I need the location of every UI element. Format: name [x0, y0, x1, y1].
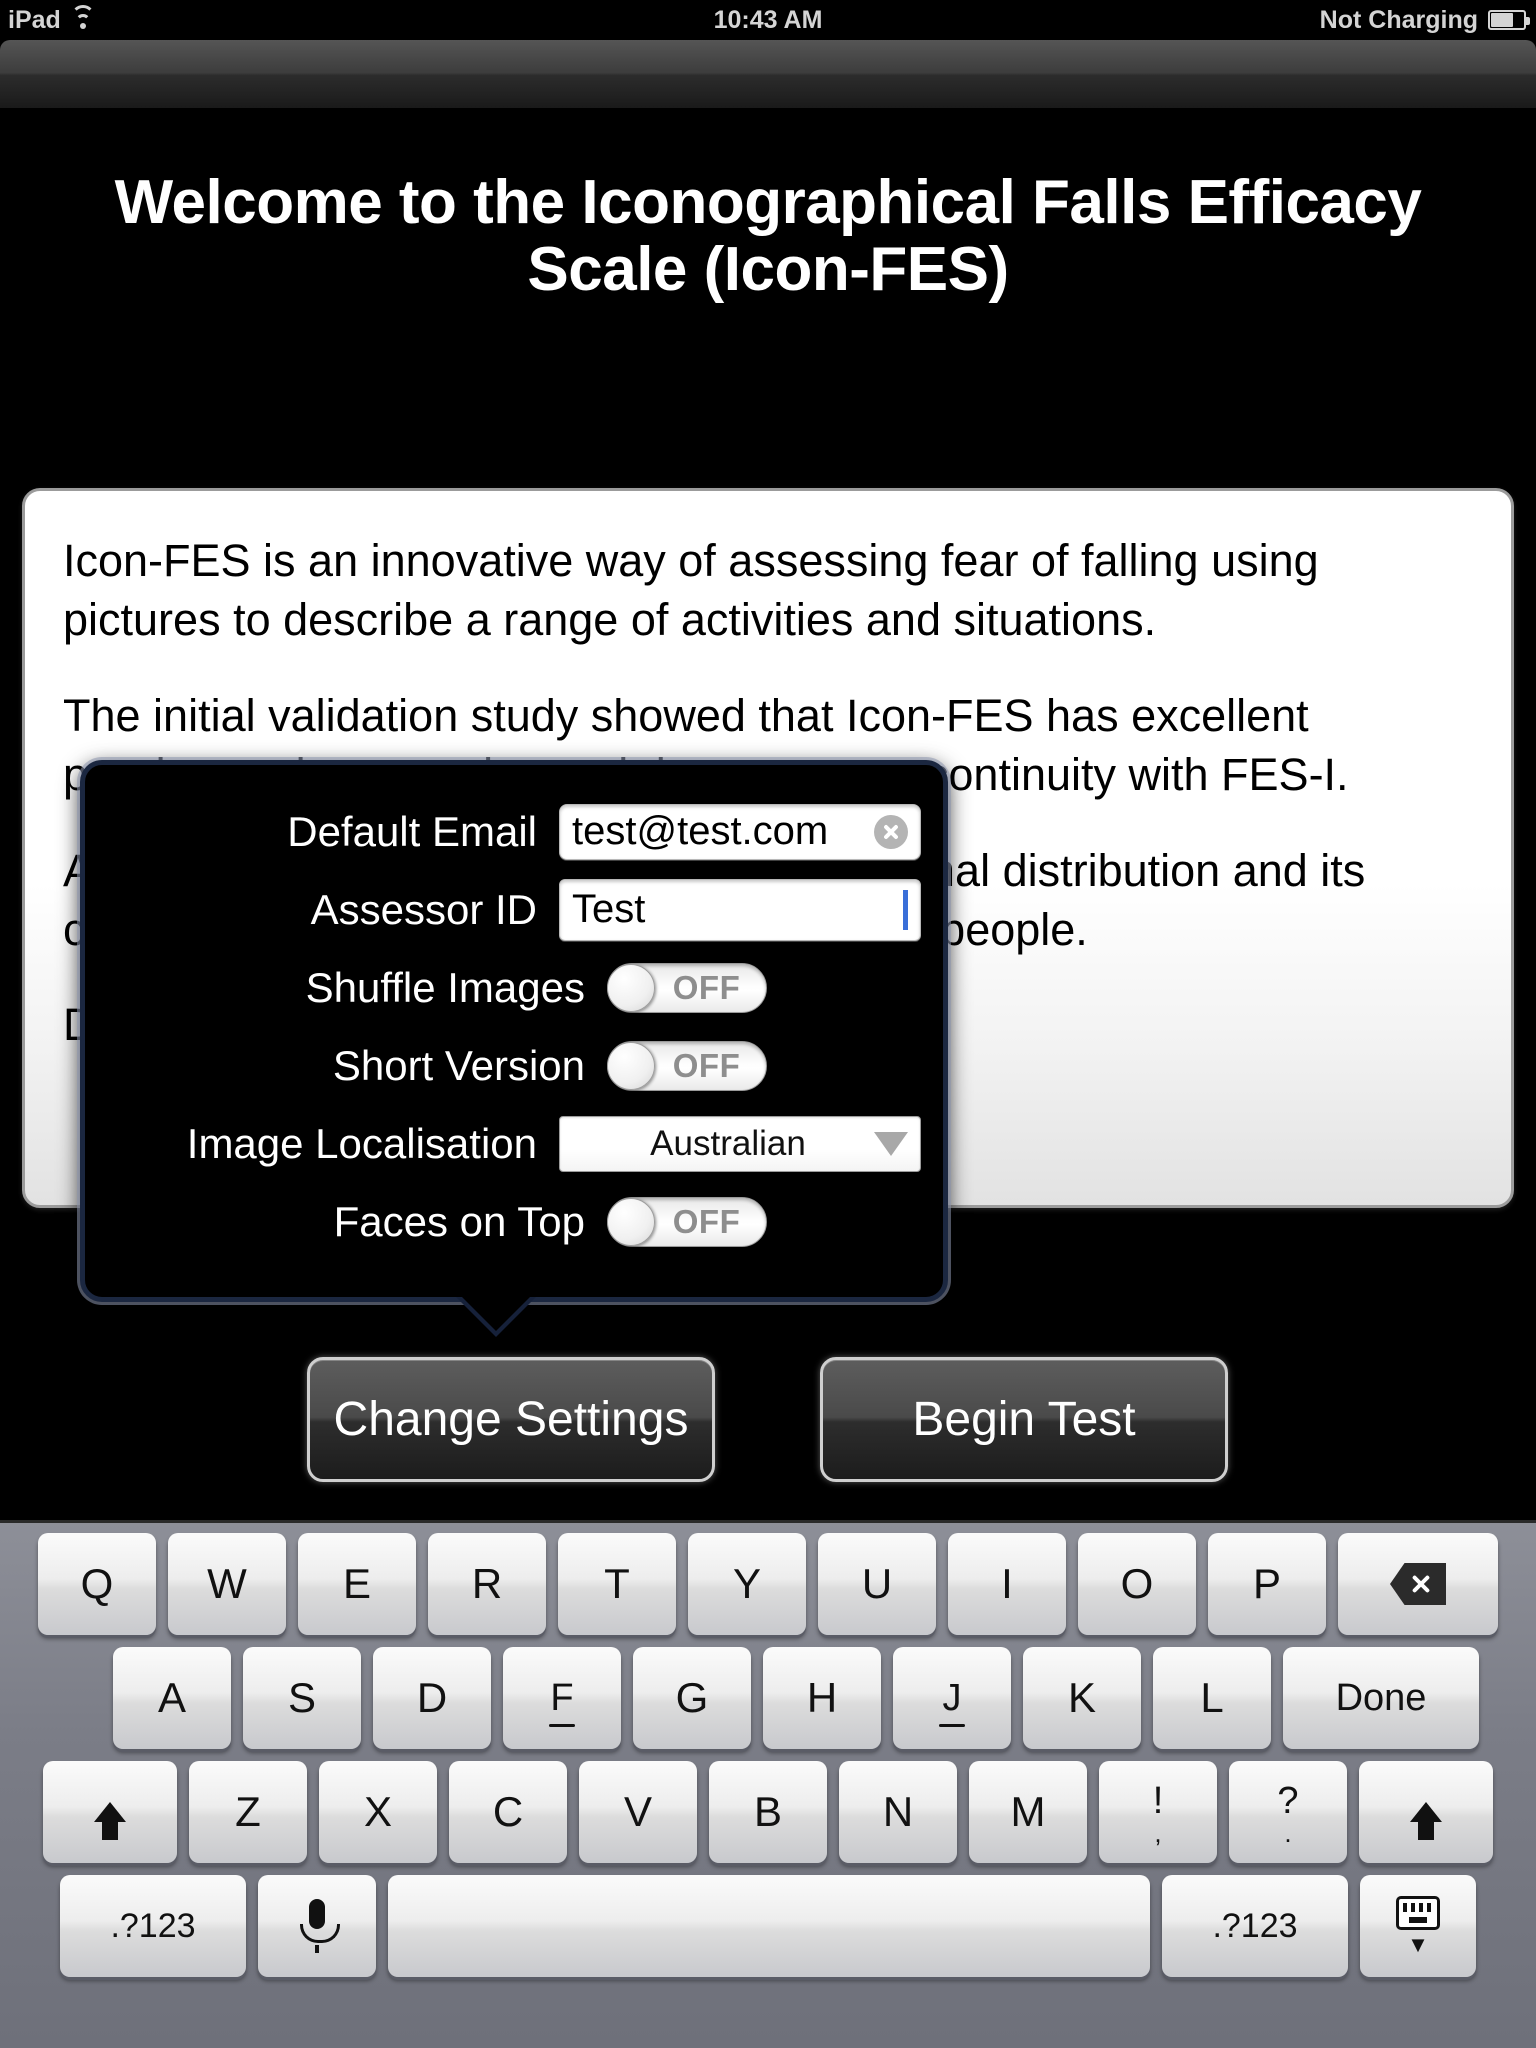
shuffle-images-toggle[interactable]: OFF [607, 962, 767, 1013]
key-o[interactable]: O [1078, 1533, 1196, 1635]
key-p[interactable]: P [1208, 1533, 1326, 1635]
key-label: J [942, 1677, 962, 1719]
key-r[interactable]: R [428, 1533, 546, 1635]
home-row-hint [939, 1724, 965, 1727]
chevron-down-icon: ▼ [1407, 1932, 1429, 1957]
key-numbers-right[interactable]: .?123 [1162, 1875, 1348, 1977]
key-y[interactable]: Y [688, 1533, 806, 1635]
key-space[interactable] [388, 1875, 1150, 1977]
key-primary: ! [1152, 1780, 1164, 1823]
key-w[interactable]: W [168, 1533, 286, 1635]
assessor-id-value: Test [572, 887, 646, 931]
default-email-value: test@test.com [572, 809, 829, 853]
key-c[interactable]: C [449, 1761, 567, 1863]
status-bar-time: 10:43 AM [713, 5, 823, 34]
keyboard-row-4: .?123 .?123 ▼ [0, 1875, 1536, 1977]
clear-circle-icon[interactable] [874, 814, 908, 849]
top-glass-bar [0, 40, 1536, 108]
key-b[interactable]: B [709, 1761, 827, 1863]
setting-row-default-email: Default Email test@test.com [107, 793, 921, 870]
onscreen-keyboard: Q W E R T Y U I O P A S D F G H J K L Do… [0, 1520, 1536, 2048]
short-version-toggle-state: OFF [672, 1046, 741, 1084]
keyboard-row-1: Q W E R T Y U I O P [0, 1533, 1536, 1635]
info-paragraph-1: Icon-FES is an innovative way of assessi… [63, 535, 1319, 646]
label-image-localisation: Image Localisation [186, 1119, 537, 1167]
begin-test-button[interactable]: Begin Test [820, 1357, 1228, 1482]
key-numbers-left[interactable]: .?123 [60, 1875, 246, 1977]
key-j[interactable]: J [893, 1647, 1011, 1749]
page-title: Welcome to the Iconographical Falls Effi… [114, 168, 1422, 304]
label-default-email: Default Email [287, 807, 537, 855]
hide-keyboard-icon [1396, 1896, 1440, 1930]
key-secondary: , [1154, 1818, 1162, 1849]
key-k[interactable]: K [1023, 1647, 1141, 1749]
faces-on-top-toggle-state: OFF [672, 1202, 741, 1240]
key-g[interactable]: G [633, 1647, 751, 1749]
battery-icon [1488, 10, 1530, 30]
home-row-hint [549, 1724, 575, 1727]
key-shift-right[interactable] [1359, 1761, 1493, 1863]
key-exclamation-comma[interactable]: ! , [1099, 1761, 1217, 1863]
chevron-down-icon [874, 1131, 908, 1156]
toggle-knob [607, 1041, 655, 1090]
key-n[interactable]: N [839, 1761, 957, 1863]
keyboard-row-2: A S D F G H J K L Done [0, 1647, 1536, 1749]
label-assessor-id: Assessor ID [310, 885, 537, 933]
label-shuffle-images: Shuffle Images [305, 963, 585, 1011]
key-e[interactable]: E [298, 1533, 416, 1635]
image-localisation-select[interactable]: Australian [559, 1115, 921, 1172]
toggle-knob [607, 1197, 655, 1246]
key-l[interactable]: L [1153, 1647, 1271, 1749]
battery-status-label: Not Charging [1319, 5, 1478, 34]
key-d[interactable]: D [373, 1647, 491, 1749]
shift-icon [1410, 1802, 1442, 1840]
assessor-id-field[interactable]: Test [559, 878, 921, 941]
key-backspace[interactable] [1338, 1533, 1498, 1635]
shift-icon [94, 1802, 126, 1840]
setting-row-faces-on-top: Faces on Top OFF [107, 1183, 921, 1260]
key-done[interactable]: Done [1283, 1647, 1479, 1749]
key-m[interactable]: M [969, 1761, 1087, 1863]
key-q[interactable]: Q [38, 1533, 156, 1635]
status-bar-right: Not Charging [1319, 5, 1530, 35]
key-question-period[interactable]: ? . [1229, 1761, 1347, 1863]
toggle-knob [607, 963, 655, 1012]
microphone-icon [300, 1899, 340, 1943]
short-version-toggle[interactable]: OFF [607, 1040, 767, 1091]
ipad-screen: iPad 10:43 AM Not Charging Welcome to th… [0, 0, 1536, 2048]
key-label: F [550, 1677, 574, 1719]
setting-row-short-version: Short Version OFF [107, 1027, 921, 1104]
faces-on-top-toggle[interactable]: OFF [607, 1196, 767, 1247]
key-t[interactable]: T [558, 1533, 676, 1635]
key-i[interactable]: I [948, 1533, 1066, 1635]
status-bar: iPad 10:43 AM Not Charging [0, 0, 1536, 40]
key-dictation[interactable] [258, 1875, 376, 1977]
text-caret [903, 889, 908, 930]
key-secondary: . [1284, 1818, 1292, 1849]
key-hide-keyboard[interactable]: ▼ [1360, 1875, 1476, 1977]
popover-arrow [456, 1297, 536, 1337]
shuffle-images-toggle-state: OFF [672, 968, 741, 1006]
settings-popover: Default Email test@test.com Assessor ID … [80, 760, 948, 1302]
key-x[interactable]: X [319, 1761, 437, 1863]
label-faces-on-top: Faces on Top [333, 1197, 585, 1245]
default-email-field[interactable]: test@test.com [559, 803, 921, 860]
setting-row-shuffle-images: Shuffle Images OFF [107, 949, 921, 1026]
label-short-version: Short Version [332, 1041, 585, 1089]
key-h[interactable]: H [763, 1647, 881, 1749]
key-f[interactable]: F [503, 1647, 621, 1749]
key-s[interactable]: S [243, 1647, 361, 1749]
key-u[interactable]: U [818, 1533, 936, 1635]
change-settings-button[interactable]: Change Settings [307, 1357, 715, 1482]
key-shift-left[interactable] [43, 1761, 177, 1863]
key-z[interactable]: Z [189, 1761, 307, 1863]
setting-row-assessor-id: Assessor ID Test [107, 871, 921, 948]
backspace-icon [1390, 1563, 1446, 1605]
key-a[interactable]: A [113, 1647, 231, 1749]
image-localisation-value: Australian [650, 1123, 806, 1163]
keyboard-row-3: Z X C V B N M ! , ? . [0, 1761, 1536, 1863]
key-v[interactable]: V [579, 1761, 697, 1863]
setting-row-image-localisation: Image Localisation Australian [107, 1105, 921, 1182]
key-primary: ? [1277, 1780, 1299, 1823]
